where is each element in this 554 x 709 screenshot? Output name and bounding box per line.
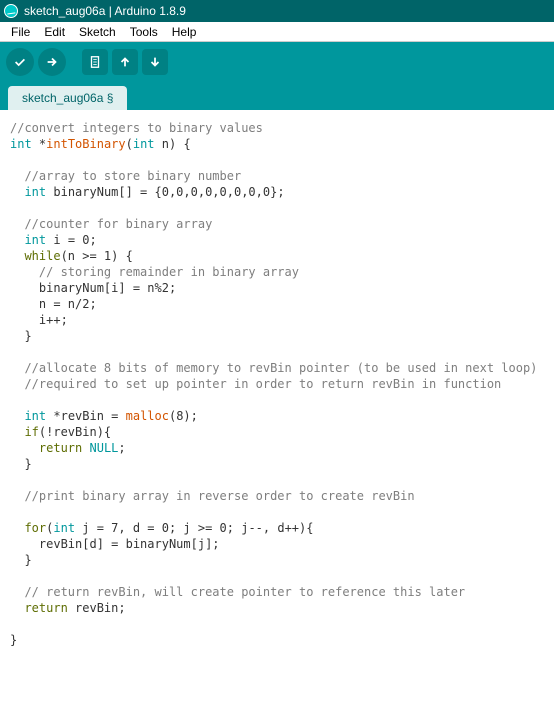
arrow-right-icon (45, 55, 59, 69)
code-keyword: if (24, 425, 38, 439)
code-text (82, 441, 89, 455)
code-text: i = 0; (46, 233, 97, 247)
code-keyword: for (24, 521, 46, 535)
code-text: ( (126, 137, 133, 151)
code-comment: //print binary array in reverse order to… (10, 489, 415, 503)
code-text: } (10, 633, 17, 647)
menu-tools[interactable]: Tools (123, 23, 165, 41)
code-func: malloc (126, 409, 169, 423)
menu-help[interactable]: Help (165, 23, 204, 41)
code-text: n = n/2; (10, 297, 97, 311)
arrow-up-icon (118, 55, 132, 69)
code-text (10, 185, 24, 199)
window-title: sketch_aug06a | Arduino 1.8.9 (24, 4, 186, 18)
menubar: File Edit Sketch Tools Help (0, 22, 554, 42)
code-comment: //counter for binary array (10, 217, 212, 231)
code-text: ; (118, 441, 125, 455)
arrow-down-icon (148, 55, 162, 69)
code-type: int (24, 409, 46, 423)
code-type: int (133, 137, 155, 151)
code-text: } (10, 457, 32, 471)
code-text (10, 233, 24, 247)
code-text: binaryNum[i] = n%2; (10, 281, 176, 295)
titlebar: sketch_aug06a | Arduino 1.8.9 (0, 0, 554, 22)
code-editor[interactable]: //convert integers to binary values int … (0, 110, 554, 709)
code-text: revBin[d] = binaryNum[j]; (10, 537, 220, 551)
code-text (10, 409, 24, 423)
arduino-logo-icon (4, 4, 18, 18)
code-text: (n >= 1) { (61, 249, 133, 263)
code-comment: //required to set up pointer in order to… (10, 377, 501, 391)
menu-edit[interactable]: Edit (37, 23, 72, 41)
code-type: int (24, 185, 46, 199)
code-type: int (24, 233, 46, 247)
menu-file[interactable]: File (4, 23, 37, 41)
code-comment: //convert integers to binary values (10, 121, 263, 135)
menu-sketch[interactable]: Sketch (72, 23, 123, 41)
code-comment: //allocate 8 bits of memory to revBin po… (10, 361, 537, 375)
code-keyword: while (24, 249, 60, 263)
code-comment: // storing remainder in binary array (10, 265, 299, 279)
code-text: binaryNum[] = {0,0,0,0,0,0,0,0}; (46, 185, 284, 199)
check-icon (13, 55, 27, 69)
code-comment: //array to store binary number (10, 169, 241, 183)
code-text (10, 441, 39, 455)
code-text: n) { (155, 137, 191, 151)
file-icon (88, 55, 102, 69)
code-comment: // return revBin, will create pointer to… (10, 585, 465, 599)
code-type: int (53, 521, 75, 535)
code-type: int (10, 137, 32, 151)
code-text: revBin; (68, 601, 126, 615)
code-text: j = 7, d = 0; j >= 0; j--, d++){ (75, 521, 313, 535)
code-text (10, 601, 24, 615)
code-keyword: return (24, 601, 67, 615)
tab-label: sketch_aug06a § (22, 91, 113, 105)
verify-button[interactable] (6, 48, 34, 76)
code-text (10, 249, 24, 263)
code-text: (8); (169, 409, 198, 423)
code-null: NULL (90, 441, 119, 455)
code-text: * (32, 137, 46, 151)
code-keyword: return (39, 441, 82, 455)
code-text: *revBin = (46, 409, 125, 423)
code-func: intToBinary (46, 137, 125, 151)
open-button[interactable] (112, 49, 138, 75)
code-text: } (10, 553, 32, 567)
code-text: i++; (10, 313, 68, 327)
code-text (10, 425, 24, 439)
save-button[interactable] (142, 49, 168, 75)
toolbar (0, 42, 554, 82)
tabbar: sketch_aug06a § (0, 82, 554, 110)
upload-button[interactable] (38, 48, 66, 76)
code-text: (!revBin){ (39, 425, 111, 439)
new-button[interactable] (82, 49, 108, 75)
tab-sketch[interactable]: sketch_aug06a § (8, 86, 127, 110)
code-text: } (10, 329, 32, 343)
code-text (10, 521, 24, 535)
